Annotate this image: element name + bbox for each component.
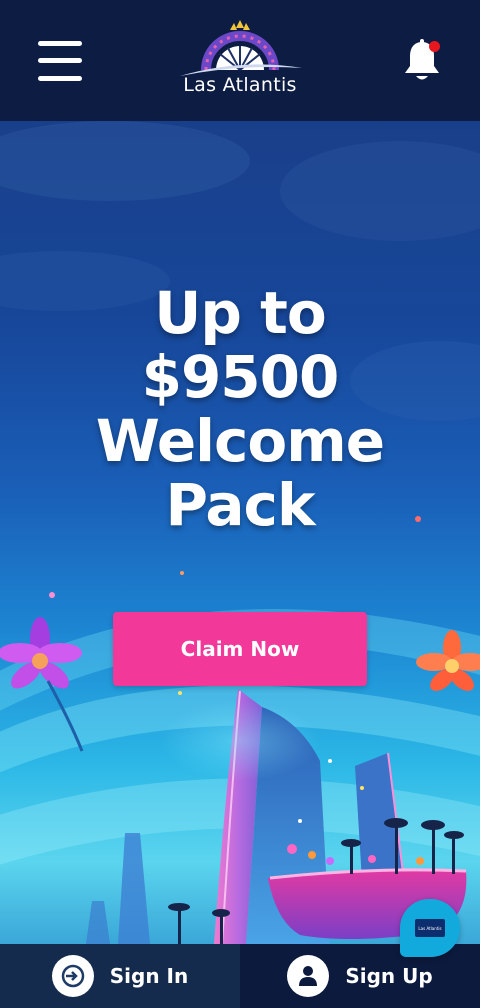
sign-in-label: Sign In (109, 964, 189, 988)
headline-line-3: Welcome (95, 407, 385, 475)
hero-banner: Up to $9500 Welcome Pack Claim Now (0, 121, 480, 944)
promo-headline: Up to $9500 Welcome Pack (0, 281, 480, 537)
bell-icon[interactable] (402, 38, 442, 84)
user-icon (287, 955, 330, 997)
top-header: Las Atlantis (0, 0, 480, 121)
headline-line-2: $9500 (141, 343, 340, 411)
headline-line-4: Pack (165, 471, 315, 539)
chat-bubble-icon[interactable]: Las Atlantis (400, 899, 460, 957)
notification-dot (429, 40, 440, 52)
hamburger-menu-icon[interactable] (38, 40, 84, 82)
chat-logo-text: Las Atlantis (418, 925, 442, 931)
logo-emblem (180, 20, 302, 76)
claim-now-button[interactable]: Claim Now (113, 612, 367, 686)
headline-line-1: Up to (154, 279, 326, 347)
sign-in-arrow-icon (51, 955, 94, 997)
brand-logo[interactable]: Las Atlantis (170, 18, 310, 104)
chat-logo: Las Atlantis (415, 919, 445, 937)
brand-name: Las Atlantis (183, 74, 297, 96)
sign-in-button[interactable]: Sign In (0, 944, 240, 1008)
sign-up-label: Sign Up (345, 964, 433, 988)
